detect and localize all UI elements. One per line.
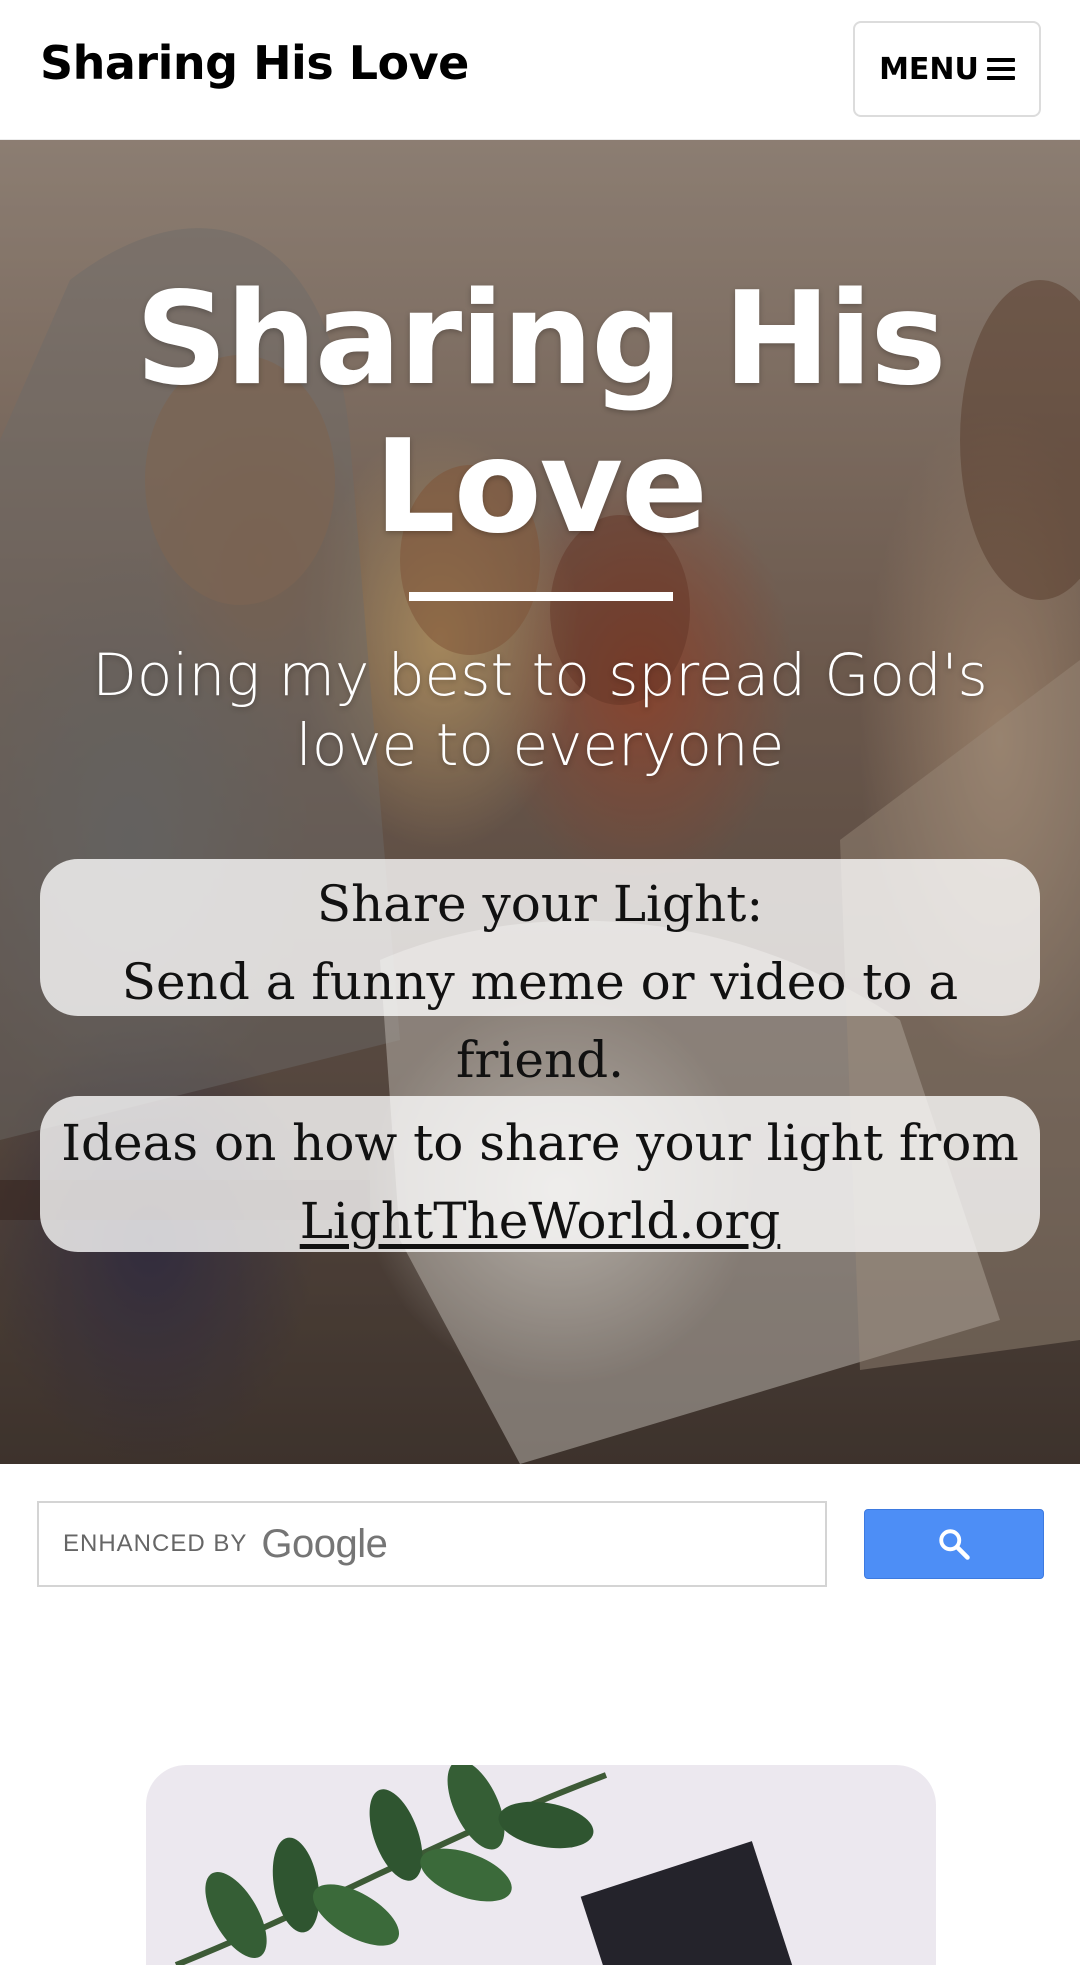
featured-post-image[interactable] bbox=[146, 1765, 936, 1965]
menu-label: MENU bbox=[879, 51, 979, 87]
callout-heading: Share your Light: bbox=[316, 875, 764, 933]
menu-button[interactable]: MENU bbox=[853, 21, 1041, 117]
site-title[interactable]: Sharing His Love bbox=[40, 36, 469, 90]
hero-title: Sharing His Love bbox=[135, 265, 946, 562]
hero-banner: Sharing His Love Doing my best to spread… bbox=[0, 140, 1080, 1464]
hero-divider bbox=[409, 592, 673, 601]
leaf-branch-icon bbox=[174, 1765, 608, 1965]
search-input[interactable] bbox=[39, 1503, 825, 1585]
lighttheworld-link[interactable]: LightTheWorld.org bbox=[300, 1192, 781, 1250]
search-box[interactable]: ENHANCED BY Google bbox=[37, 1501, 827, 1587]
ideas-text: Ideas on how to share your light from bbox=[61, 1114, 1019, 1172]
hero-subtitle: Doing my best to spread God's love to ev… bbox=[92, 641, 988, 779]
site-header: Sharing His Love MENU bbox=[0, 0, 1080, 140]
ideas-callout: Ideas on how to share your light from Li… bbox=[40, 1096, 1040, 1252]
search-button[interactable] bbox=[864, 1509, 1044, 1579]
callout-text: Send a funny meme or video to a friend. bbox=[121, 953, 959, 1089]
share-light-callout: Share your Light: Send a funny meme or v… bbox=[40, 859, 1040, 1089]
hamburger-icon bbox=[986, 58, 1015, 80]
search-icon bbox=[939, 1529, 970, 1560]
